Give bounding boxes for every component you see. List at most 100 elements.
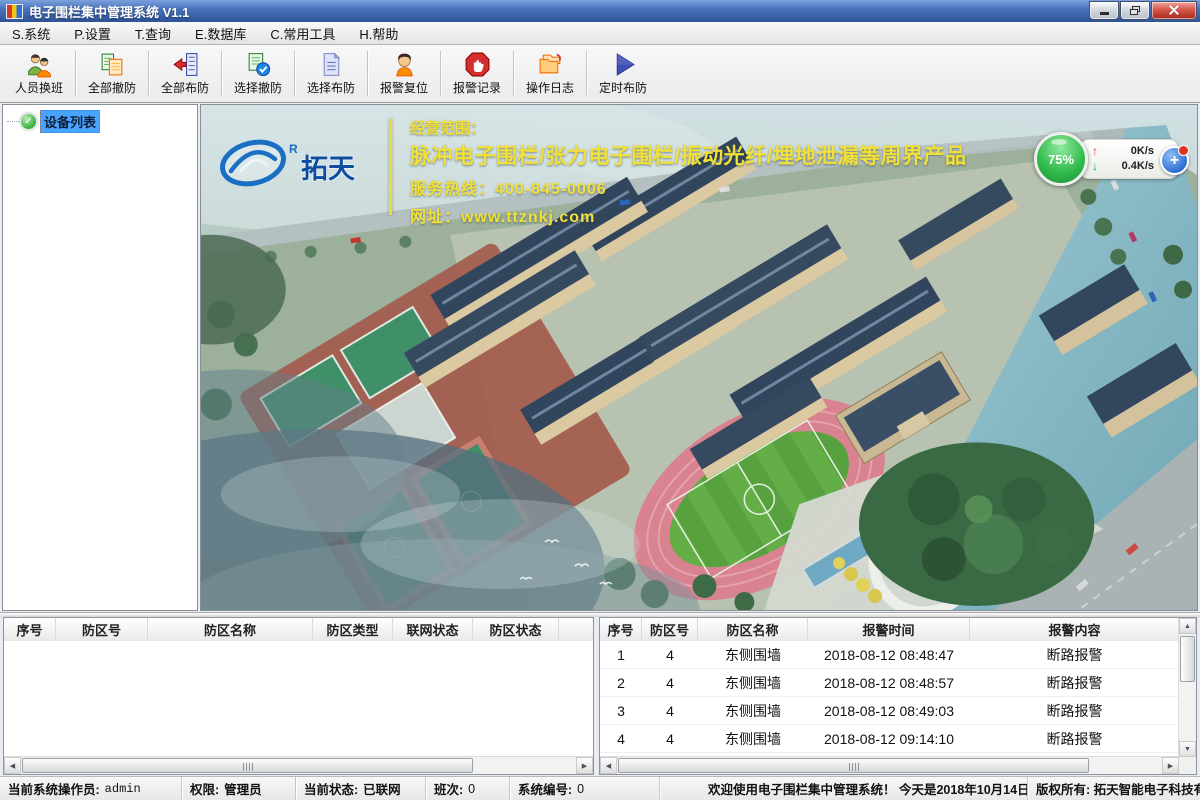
- toolbar-separator: [367, 51, 368, 96]
- alarm-horizontal-scrollbar[interactable]: ◀ ▶: [600, 756, 1179, 774]
- menu-tools[interactable]: C.常用工具: [258, 22, 347, 44]
- close-button[interactable]: [1151, 1, 1197, 20]
- status-copyright: 版权所有: 拓天智能电子科技有限: [1028, 777, 1200, 800]
- upload-speed-value: 0K/s: [1131, 144, 1154, 159]
- plus-icon: +: [1170, 152, 1179, 170]
- zone-horizontal-scrollbar[interactable]: ◀ ▶: [4, 756, 593, 774]
- zone-header-zone-name[interactable]: 防区名称: [148, 618, 313, 641]
- menu-query[interactable]: T.查询: [123, 22, 183, 44]
- zone-header-net-state[interactable]: 联网状态: [393, 618, 473, 641]
- scroll-left-icon[interactable]: ◀: [4, 757, 21, 774]
- scrollbar-corner: [1179, 757, 1196, 774]
- alarm-reset-icon: [391, 51, 418, 78]
- banner-hotline: 服务热线：400-845-0006: [410, 175, 967, 199]
- bottom-panels: 序号 防区号 防区名称 防区类型 联网状态 防区状态 ◀ ▶ 序号 防区号 防区…: [0, 617, 1200, 775]
- menu-database[interactable]: E.数据库: [183, 22, 258, 44]
- zone-header-filler: [559, 618, 593, 641]
- alarm-row[interactable]: 4 4 东侧围墙 2018-08-12 09:14:10 断路报警: [600, 725, 1179, 753]
- alarm-record-label: 报警记录: [453, 79, 501, 96]
- disarm-all-button[interactable]: 全部撤防: [77, 49, 147, 99]
- status-permission: 权限: 管理员: [182, 777, 296, 800]
- alarm-row[interactable]: 3 4 东侧围墙 2018-08-12 08:49:03 断路报警: [600, 697, 1179, 725]
- cell-zone-no: 4: [642, 725, 698, 752]
- scroll-thumb[interactable]: [1180, 636, 1195, 682]
- alarm-table-header: 序号 防区号 防区名称 报警时间 报警内容: [600, 618, 1179, 642]
- scroll-up-icon[interactable]: ▲: [1179, 618, 1196, 634]
- scroll-right-icon[interactable]: ▶: [1162, 757, 1179, 774]
- alarm-record-table: 序号 防区号 防区名称 报警时间 报警内容 1 4 东侧围墙 2018-08-1…: [599, 617, 1197, 775]
- permission-label: 权限:: [190, 779, 219, 798]
- menubar: S.系统 P.设置 T.查询 E.数据库 C.常用工具 H.帮助: [0, 22, 1200, 45]
- disarm-select-icon: [245, 51, 272, 78]
- banner-divider: [389, 119, 392, 215]
- company-logo: R 拓天: [215, 117, 375, 198]
- minimize-button[interactable]: [1089, 1, 1119, 20]
- menu-settings[interactable]: P.设置: [62, 22, 123, 44]
- operation-log-button[interactable]: 操作日志: [515, 49, 585, 99]
- scroll-right-icon[interactable]: ▶: [576, 757, 593, 774]
- toolbar-separator: [221, 51, 222, 96]
- scroll-down-icon[interactable]: ▼: [1179, 741, 1196, 757]
- alarm-header-index[interactable]: 序号: [600, 618, 642, 641]
- tree-item-label: 设备列表: [40, 110, 100, 133]
- tree-item-device-list[interactable]: ✓ 设备列表: [3, 105, 197, 133]
- arm-all-icon: [172, 51, 199, 78]
- close-icon: [1169, 5, 1179, 15]
- operator-label: 当前系统操作员:: [8, 779, 100, 798]
- zone-header-zone-type[interactable]: 防区类型: [313, 618, 393, 641]
- tree-branch-line: [7, 121, 19, 122]
- alarm-record-icon: [464, 51, 491, 78]
- network-usage-ball[interactable]: 75%: [1034, 132, 1088, 186]
- operation-log-label: 操作日志: [526, 79, 574, 96]
- cell-zone-name: 东侧围墙: [698, 669, 808, 696]
- alarm-reset-label: 报警复位: [380, 79, 428, 96]
- timed-arm-button[interactable]: 定时布防: [588, 49, 658, 99]
- alarm-vertical-scrollbar[interactable]: ▲ ▼: [1178, 618, 1196, 757]
- widget-plus-button[interactable]: +: [1160, 146, 1189, 175]
- alarm-row[interactable]: 1 4 东侧围墙 2018-08-12 08:48:47 断路报警: [600, 641, 1179, 669]
- cell-content: 断路报警: [970, 697, 1179, 724]
- alarm-header-zone-no[interactable]: 防区号: [642, 618, 698, 641]
- operator-value: admin: [105, 782, 141, 796]
- disarm-select-label: 选择撤防: [234, 79, 282, 96]
- banner-website: 网址：www.ttznkj.com: [410, 203, 967, 227]
- cell-zone-no: 4: [642, 641, 698, 668]
- toolbar-separator: [148, 51, 149, 96]
- network-speed-panel: ↑ 0K/s ↓ 0.4K/s +: [1079, 139, 1179, 179]
- arm-all-button[interactable]: 全部布防: [150, 49, 220, 99]
- menu-system[interactable]: S.系统: [0, 22, 62, 44]
- zone-header-index[interactable]: 序号: [4, 618, 56, 641]
- toolbar-separator: [586, 51, 587, 96]
- restore-button[interactable]: [1120, 1, 1150, 20]
- arm-all-label: 全部布防: [161, 79, 209, 96]
- cell-time: 2018-08-12 08:49:03: [808, 697, 970, 724]
- company-banner: R 拓天 经营范围： 脉冲电子围栏/张力电子围栏/振动光纤/埋地泄漏等周界产品 …: [215, 117, 967, 227]
- toolbar-separator: [513, 51, 514, 96]
- alarm-header-zone-name[interactable]: 防区名称: [698, 618, 808, 641]
- cell-zone-no: 4: [642, 669, 698, 696]
- scroll-thumb[interactable]: [618, 758, 1089, 773]
- staff-shift-button[interactable]: 人员换班: [4, 49, 74, 99]
- alarm-reset-button[interactable]: 报警复位: [369, 49, 439, 99]
- permission-value: 管理员: [224, 779, 262, 798]
- restore-icon: [1130, 6, 1140, 15]
- scroll-thumb[interactable]: [22, 758, 473, 773]
- alarm-row[interactable]: 2 4 东侧围墙 2018-08-12 08:48:57 断路报警: [600, 669, 1179, 697]
- cell-zone-no: 4: [642, 697, 698, 724]
- arm-select-button[interactable]: 选择布防: [296, 49, 366, 99]
- menu-help[interactable]: H.帮助: [347, 22, 410, 44]
- disarm-select-button[interactable]: 选择撤防: [223, 49, 293, 99]
- zone-table-header: 序号 防区号 防区名称 防区类型 联网状态 防区状态: [4, 618, 593, 642]
- arm-select-label: 选择布防: [307, 79, 355, 96]
- zone-header-zone-state[interactable]: 防区状态: [473, 618, 559, 641]
- alarm-header-time[interactable]: 报警时间: [808, 618, 970, 641]
- toolbar: 人员换班 全部撤防 全部布防: [0, 45, 1200, 103]
- alarm-record-button[interactable]: 报警记录: [442, 49, 512, 99]
- zone-header-zone-no[interactable]: 防区号: [56, 618, 148, 641]
- alarm-header-content[interactable]: 报警内容: [970, 618, 1179, 641]
- staff-shift-icon: [26, 51, 53, 78]
- upload-speed-row: ↑ 0K/s: [1092, 144, 1154, 159]
- cell-index: 4: [600, 725, 642, 752]
- svg-text:R: R: [289, 142, 298, 156]
- scroll-left-icon[interactable]: ◀: [600, 757, 617, 774]
